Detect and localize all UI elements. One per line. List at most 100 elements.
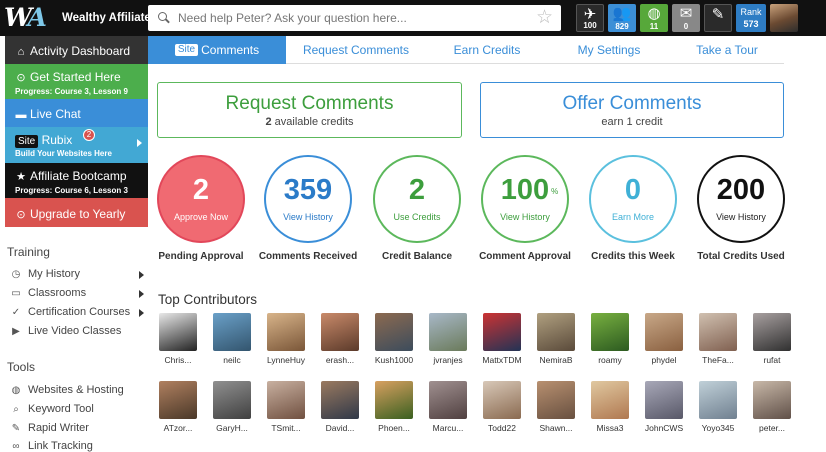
contributor-item[interactable]: roamy (587, 313, 633, 365)
contributor-name[interactable]: ATzor... (155, 423, 201, 433)
contributor-item[interactable]: Kush1000 (371, 313, 417, 365)
sidebar-link-live-video[interactable]: ▶ Live Video Classes (10, 325, 146, 337)
contributor-name[interactable]: Phoen... (371, 423, 417, 433)
contributor-name[interactable]: Marcu... (425, 423, 471, 433)
contributor-avatar[interactable] (483, 381, 521, 419)
contributor-item[interactable]: Phoen... (371, 381, 417, 433)
contributor-avatar[interactable] (213, 381, 251, 419)
contributor-avatar[interactable] (429, 381, 467, 419)
sidebar-item-get-started[interactable]: ⊙ Get Started Here Progress: Course 3, Le… (5, 64, 148, 99)
contributor-item[interactable]: David... (317, 381, 363, 433)
contributor-avatar[interactable] (159, 381, 197, 419)
contributor-name[interactable]: JohnCWS (641, 423, 687, 433)
sidebar-link-classrooms[interactable]: ▭ Classrooms (10, 287, 146, 299)
contributor-name[interactable]: Kush1000 (371, 355, 417, 365)
contributor-avatar[interactable] (537, 381, 575, 419)
sidebar-link-rapid-writer[interactable]: ✎ Rapid Writer (10, 422, 146, 434)
mail-icon[interactable]: ✉ 0 (672, 4, 700, 32)
contributor-avatar[interactable] (375, 381, 413, 419)
contributor-avatar[interactable] (537, 313, 575, 351)
contributor-item[interactable]: erash... (317, 313, 363, 365)
contributor-name[interactable]: neilc (209, 355, 255, 365)
sidebar-item-affiliate-bootcamp[interactable]: ★ Affiliate Bootcamp Progress: Course 6, … (5, 163, 148, 198)
contributor-name[interactable]: jvranjes (425, 355, 471, 365)
tab-site-comments[interactable]: Site Comments (148, 36, 286, 64)
contributor-avatar[interactable] (429, 313, 467, 351)
contributor-item[interactable]: JohnCWS (641, 381, 687, 433)
sidebar-item-activity-dashboard[interactable]: ⌂ Activity Dashboard (5, 36, 148, 64)
contributor-item[interactable]: Missa3 (587, 381, 633, 433)
contributor-avatar[interactable] (645, 313, 683, 351)
contributor-name[interactable]: erash... (317, 355, 363, 365)
sidebar-link-websites[interactable]: ◍ Websites & Hosting (10, 384, 146, 396)
contributor-name[interactable]: GaryH... (209, 423, 255, 433)
sidebar-link-my-history[interactable]: ◷ My History (10, 268, 146, 280)
tab-earn-credits[interactable]: Earn Credits (426, 36, 548, 64)
sidebar-link-link-tracking[interactable]: ∞ Link Tracking (10, 440, 146, 452)
contributor-name[interactable]: TSmit... (263, 423, 309, 433)
user-avatar[interactable] (770, 4, 798, 32)
contributor-item[interactable]: phydel (641, 313, 687, 365)
rank-badge[interactable]: Rank 573 (736, 4, 766, 32)
contributor-avatar[interactable] (753, 381, 791, 419)
contributor-item[interactable]: peter... (749, 381, 795, 433)
contributor-item[interactable]: LynneHuy (263, 313, 309, 365)
contributor-avatar[interactable] (699, 381, 737, 419)
search-input[interactable] (178, 11, 518, 25)
stat-comments-received[interactable]: 359 View History (264, 155, 352, 243)
contributor-name[interactable]: TheFa... (695, 355, 741, 365)
sidebar-link-certification[interactable]: ✓ Certification Courses (10, 306, 146, 318)
tab-take-a-tour[interactable]: Take a Tour (670, 36, 784, 64)
contributor-avatar[interactable] (159, 313, 197, 351)
contributor-avatar[interactable] (213, 313, 251, 351)
tab-my-settings[interactable]: My Settings (548, 36, 670, 64)
sidebar-item-upgrade-yearly[interactable]: ⊙ Upgrade to Yearly (5, 198, 148, 227)
contributor-name[interactable]: peter... (749, 423, 795, 433)
contributor-item[interactable]: TSmit... (263, 381, 309, 433)
contributor-avatar[interactable] (267, 381, 305, 419)
stat-credits-this-week[interactable]: 0 Earn More (589, 155, 677, 243)
request-comments-box[interactable]: Request Comments 2 available credits (157, 82, 462, 138)
contributor-name[interactable]: phydel (641, 355, 687, 365)
contributor-name[interactable]: rufat (749, 355, 795, 365)
contributor-avatar[interactable] (321, 313, 359, 351)
tab-request-comments[interactable]: Request Comments (286, 36, 426, 64)
contributor-item[interactable]: NemiraB (533, 313, 579, 365)
contributor-item[interactable]: Marcu... (425, 381, 471, 433)
stat-total-credits-used[interactable]: 200 View History (697, 155, 785, 243)
contributor-avatar[interactable] (699, 313, 737, 351)
contributor-item[interactable]: Todd22 (479, 381, 525, 433)
contributor-item[interactable]: GaryH... (209, 381, 255, 433)
offer-comments-box[interactable]: Offer Comments earn 1 credit (480, 82, 784, 138)
contributor-name[interactable]: Shawn... (533, 423, 579, 433)
contributor-name[interactable]: MattxTDM (479, 355, 525, 365)
contributor-name[interactable]: Yoyo345 (695, 423, 741, 433)
stat-credit-balance[interactable]: 2 Use Credits (373, 155, 461, 243)
contributor-item[interactable]: ATzor... (155, 381, 201, 433)
globe-icon[interactable]: ◍ 11 (640, 4, 668, 32)
contributor-avatar[interactable] (591, 313, 629, 351)
people-icon[interactable]: 👥 829 (608, 4, 636, 32)
contributor-item[interactable]: MattxTDM (479, 313, 525, 365)
contributor-name[interactable]: Todd22 (479, 423, 525, 433)
sidebar-item-site-rubix[interactable]: Site Rubix 2 Build Your Websites Here (5, 127, 148, 163)
contributor-avatar[interactable] (375, 313, 413, 351)
stat-comment-approval[interactable]: 100% View History (481, 155, 569, 243)
contributor-name[interactable]: Chris... (155, 355, 201, 365)
contributor-name[interactable]: David... (317, 423, 363, 433)
contributor-avatar[interactable] (483, 313, 521, 351)
contributor-name[interactable]: NemiraB (533, 355, 579, 365)
contributor-item[interactable]: TheFa... (695, 313, 741, 365)
sidebar-link-keyword-tool[interactable]: ⌕ Keyword Tool (10, 403, 146, 415)
contributor-item[interactable]: rufat (749, 313, 795, 365)
contributor-item[interactable]: Shawn... (533, 381, 579, 433)
sidebar-item-live-chat[interactable]: ▬ Live Chat (5, 99, 148, 127)
plane-icon[interactable]: ✈ 100 (576, 4, 604, 32)
contributor-item[interactable]: Chris... (155, 313, 201, 365)
contributor-item[interactable]: Yoyo345 (695, 381, 741, 433)
contributor-item[interactable]: jvranjes (425, 313, 471, 365)
contributor-avatar[interactable] (645, 381, 683, 419)
contributor-avatar[interactable] (321, 381, 359, 419)
star-icon[interactable]: ☆ (536, 7, 553, 29)
contributor-avatar[interactable] (753, 313, 791, 351)
